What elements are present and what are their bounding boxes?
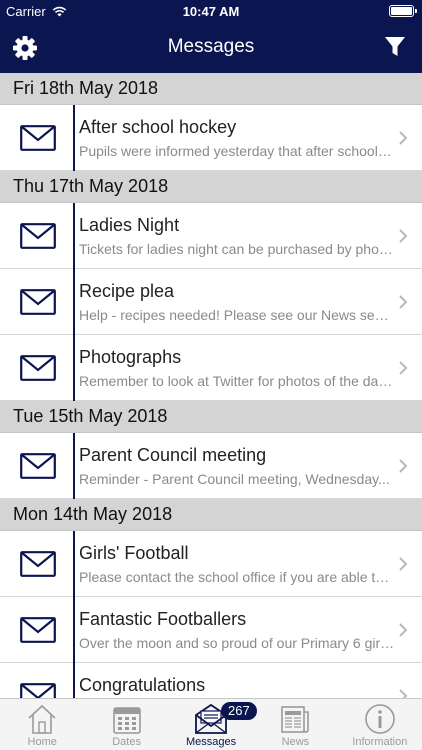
calendar-icon	[112, 707, 141, 734]
tab-label: Dates	[112, 736, 141, 748]
message-row[interactable]: Congratulations	[0, 663, 422, 698]
message-title: Photographs	[79, 347, 182, 367]
status-bar: Carrier 10:47 AM	[0, 0, 422, 22]
message-title: After school hockey	[79, 117, 237, 137]
tab-label: News	[281, 736, 310, 748]
chevron-right-icon	[399, 623, 408, 637]
message-title: Girls' Football	[79, 543, 189, 563]
message-row[interactable]: Recipe plea Help - recipes needed! Please…	[0, 269, 422, 335]
tab-home[interactable]: Home	[0, 699, 84, 750]
tab-news[interactable]: News	[253, 699, 337, 750]
envelope-icon	[20, 223, 56, 249]
row-divider	[73, 105, 75, 171]
status-time: 10:47 AM	[182, 4, 240, 19]
message-summary: Please contact the school office if you …	[79, 569, 395, 585]
message-title: Parent Council meeting	[79, 445, 267, 465]
message-row[interactable]: Parent Council meeting Reminder - Parent …	[0, 433, 422, 499]
envelope-icon	[20, 289, 56, 315]
row-divider	[73, 203, 75, 269]
page-title: Messages	[167, 36, 255, 57]
section-header-date: Mon 14th May 2018	[0, 499, 422, 531]
nav-bar: Messages	[0, 22, 422, 73]
message-summary: Help - recipes needed! Please see our Ne…	[79, 307, 395, 323]
row-divider	[73, 597, 75, 663]
tab-label: Messages	[185, 736, 237, 748]
envelope-icon	[20, 617, 56, 643]
envelope-icon	[20, 355, 56, 381]
chevron-right-icon	[399, 557, 408, 571]
message-row[interactable]: Girls' Football Please contact the school…	[0, 531, 422, 597]
battery-icon	[389, 5, 417, 17]
message-row[interactable]: Fantastic Footballers Over the moon and s…	[0, 597, 422, 663]
envelope-icon	[20, 453, 56, 479]
message-summary: Remember to look at Twitter for photos o…	[79, 373, 395, 389]
row-divider	[73, 269, 75, 335]
tab-bar: Home Dates 267 Messages News Information	[0, 698, 422, 750]
message-row[interactable]: Photographs Remember to look at Twitter f…	[0, 335, 422, 401]
message-title: Recipe plea	[79, 281, 175, 301]
row-divider	[73, 663, 75, 698]
tab-dates[interactable]: Dates	[84, 699, 168, 750]
message-list[interactable]: Fri 18th May 2018 After school hockey Pupi…	[0, 73, 422, 698]
section-header-date: Thu 17th May 2018	[0, 171, 422, 203]
envelope-icon	[20, 125, 56, 151]
row-divider	[73, 531, 75, 597]
chevron-right-icon	[399, 459, 408, 473]
message-summary: Tickets for ladies night can be purchase…	[79, 241, 395, 257]
message-row[interactable]: Ladies Night Tickets for ladies night can…	[0, 203, 422, 269]
message-summary: Over the moon and so proud of our Primar…	[79, 635, 395, 651]
message-row[interactable]: After school hockey Pupils were informed …	[0, 105, 422, 171]
message-summary: Reminder - Parent Council meeting, Wedne…	[79, 471, 390, 487]
envelope-icon	[20, 551, 56, 577]
chevron-right-icon	[399, 361, 408, 375]
section-header-date: Tue 15th May 2018	[0, 401, 422, 433]
section-header-date: Fri 18th May 2018	[0, 73, 422, 105]
message-summary: Pupils were informed yesterday that afte…	[79, 143, 395, 159]
tab-label: Information	[352, 736, 408, 748]
row-divider	[73, 335, 75, 401]
newspaper-icon	[281, 706, 310, 733]
chevron-right-icon	[399, 229, 408, 243]
envelope-icon	[20, 683, 56, 698]
chevron-right-icon	[399, 295, 408, 309]
message-title: Congratulations	[79, 675, 206, 695]
tab-messages[interactable]: 267 Messages	[169, 699, 257, 750]
message-title: Ladies Night	[79, 215, 180, 235]
home-icon	[28, 704, 56, 734]
info-icon	[365, 704, 395, 734]
chevron-right-icon	[399, 689, 408, 698]
tab-information[interactable]: Information	[338, 699, 422, 750]
filter-icon[interactable]	[384, 36, 406, 58]
row-divider	[73, 433, 75, 499]
chevron-right-icon	[399, 131, 408, 145]
unread-badge: 267	[221, 702, 257, 720]
message-title: Fantastic Footballers	[79, 609, 247, 629]
tab-label: Home	[27, 736, 57, 748]
